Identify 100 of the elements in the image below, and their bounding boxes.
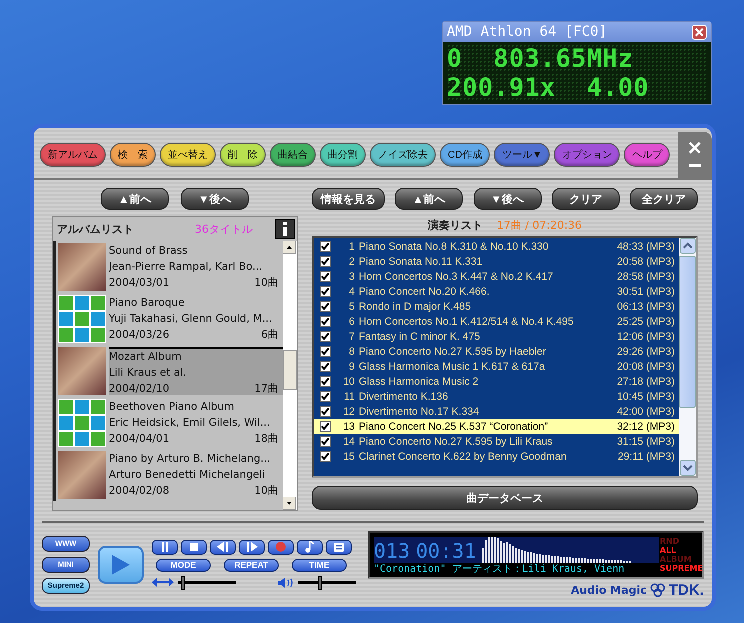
nav-button[interactable]: ▼後へ — [181, 188, 249, 210]
info-button[interactable] — [275, 219, 295, 239]
checkbox[interactable] — [320, 331, 331, 342]
music-button[interactable] — [297, 540, 323, 555]
toolbar-button[interactable]: 削 除 — [220, 143, 266, 167]
toolbar-button[interactable]: オプション — [554, 143, 620, 167]
album-count: 36タイトル — [195, 222, 253, 236]
minimize-icon[interactable] — [689, 164, 701, 168]
checkbox[interactable] — [320, 346, 331, 357]
playlist-button[interactable]: ▼後へ — [474, 188, 542, 210]
database-button[interactable]: 曲データベース — [312, 486, 698, 510]
play-icon — [111, 554, 131, 576]
scroll-down-icon[interactable] — [283, 496, 296, 510]
mode-button[interactable]: TIME — [292, 558, 347, 572]
checkbox[interactable] — [320, 376, 331, 387]
track-row[interactable]: 4 Piano Concert No.20 K.466. 30:51 (MP3) — [314, 284, 679, 299]
pause-icon — [160, 542, 170, 552]
mode-button[interactable]: REPEAT — [224, 558, 279, 572]
track-count: 10曲 — [254, 484, 279, 499]
toolbar-button[interactable]: 新アルバム — [40, 143, 106, 167]
scrolling-text: "Coronation" アーティスト：Lili Kraus, Vienn — [374, 562, 659, 577]
album-artist: Yuji Takahasi, Glenn Gould, M... — [109, 312, 274, 327]
checkbox[interactable] — [320, 301, 331, 312]
checkbox[interactable] — [320, 406, 331, 417]
track-count: 18曲 — [254, 432, 279, 447]
track-row[interactable]: 10 Glass Harmonica Music 2 27:18 (MP3) — [314, 374, 679, 389]
led-readout: 200.91x 4.00 — [447, 73, 707, 102]
scrollbar[interactable] — [679, 238, 696, 476]
nav-button[interactable]: ▲前へ — [101, 188, 169, 210]
track-row[interactable]: 3 Horn Concertos No.3 K.447 & No.2 K.417 28:58 (MP3) — [314, 269, 679, 284]
scroll-thumb[interactable] — [679, 256, 696, 408]
album-artist: Eric Heidsick, Emil Gilels, Wil... — [109, 416, 272, 431]
toolbar-button[interactable]: ノイズ除去 — [370, 143, 436, 167]
stop-icon — [190, 543, 198, 552]
previous-button[interactable] — [210, 540, 236, 555]
playlist-button[interactable]: 情報を見る — [312, 188, 385, 210]
music-note-icon — [305, 541, 315, 554]
playlist-summary: 17曲 / 07:20:36 — [496, 218, 582, 232]
record-button[interactable] — [268, 540, 294, 555]
pause-button[interactable] — [152, 540, 178, 555]
stop-button[interactable] — [181, 540, 207, 555]
checkbox[interactable] — [320, 271, 331, 282]
track-row[interactable]: 1 Piano Sonata No.8 K.310 & No.10 K.330 48:33 (MP3) — [314, 239, 679, 254]
brand-logo: TDK. — [669, 582, 704, 599]
playlist-button[interactable]: 全クリア — [630, 188, 698, 210]
toolbar-button[interactable]: 曲結合 — [270, 143, 316, 167]
balance-slider[interactable] — [178, 576, 236, 590]
album-cover-drawing — [58, 399, 106, 447]
checkbox[interactable] — [320, 286, 331, 297]
track-row[interactable]: 15 Clarinet Concerto K.622 by Benny Goodman 29:11 (MP3) — [314, 449, 679, 464]
checkbox[interactable] — [320, 436, 331, 447]
list-button[interactable] — [326, 540, 352, 555]
scroll-thumb[interactable] — [283, 350, 297, 390]
track-number: 013 — [374, 538, 410, 563]
track-row[interactable]: 2 Piano Sonata No.11 K.331 20:58 (MP3) — [314, 254, 679, 269]
album-item[interactable]: Piano by Arturo B. Michelang... Arturo Benedetti Michelangeli 2004/02/08 10曲 — [53, 449, 283, 501]
toolbar-button[interactable]: CD作成 — [440, 143, 490, 167]
close-button[interactable] — [692, 24, 707, 40]
close-icon[interactable] — [689, 142, 701, 154]
toolbar-button[interactable]: 検 索 — [110, 143, 156, 167]
track-row[interactable]: 9 Glass Harmonica Music 1 K.617 & 617a 20:08 (MP3) — [314, 359, 679, 374]
record-icon — [276, 542, 286, 552]
toolbar-button[interactable]: 並べ替え — [160, 143, 216, 167]
track-row[interactable]: 13 Piano Concert No.25 K.537 “Coronation” 32:12 (MP3) — [314, 419, 679, 434]
toolbar-button[interactable]: 曲分割 — [320, 143, 366, 167]
checkbox[interactable] — [320, 391, 331, 402]
checkbox[interactable] — [320, 451, 331, 462]
speaker-icon — [278, 578, 294, 588]
scroll-up-icon[interactable] — [283, 241, 296, 254]
track-row[interactable]: 12 Divertimento No.17 K.334 42:00 (MP3) — [314, 404, 679, 419]
slider-thumb[interactable] — [180, 576, 185, 590]
mode-indicator: ALBUM — [660, 554, 693, 564]
track-row[interactable]: 5 Rondo in D major K.485 06:13 (MP3) — [314, 299, 679, 314]
album-title: Mozart Album — [109, 350, 183, 365]
album-date: 2004/04/01 — [109, 432, 170, 447]
toolbar-button[interactable]: ヘルプ — [624, 143, 670, 167]
album-date: 2004/03/01 — [109, 276, 170, 291]
playlist-button[interactable]: クリア — [552, 188, 620, 210]
checkbox[interactable] — [320, 241, 331, 252]
track-row[interactable]: 11 Divertimento K.136 10:45 (MP3) — [314, 389, 679, 404]
track-row[interactable]: 7 Fantasy in C minor K. 475 12:06 (MP3) — [314, 329, 679, 344]
playlist-button[interactable]: ▲前へ — [395, 188, 464, 210]
next-button[interactable] — [239, 540, 265, 555]
track-row[interactable]: 6 Horn Concertos No.1 K.412/514 & No.4 K.495 25:25 (MP3) — [314, 314, 679, 329]
previous-icon — [217, 542, 229, 552]
album-item[interactable]: Beethoven Piano Album Eric Heidsick, Emil Gilels, Wil... 2004/04/01 18曲 — [53, 397, 283, 449]
play-button[interactable] — [98, 546, 144, 584]
list-icon — [334, 542, 344, 552]
track-row[interactable]: 8 Piano Concerto No.27 K.595 by Haebler 29:26 (MP3) — [314, 344, 679, 359]
checkbox[interactable] — [320, 316, 331, 327]
checkbox[interactable] — [320, 361, 331, 372]
scrollbar[interactable] — [283, 241, 297, 510]
checkbox[interactable] — [320, 421, 331, 432]
album-date: 2004/02/10 — [109, 382, 170, 395]
photo-placeholder — [58, 347, 106, 395]
toolbar-button[interactable]: ツール▼ — [494, 143, 550, 167]
mode-button[interactable]: MODE — [156, 558, 211, 572]
checkbox[interactable] — [320, 256, 331, 267]
slider-thumb[interactable] — [318, 576, 322, 590]
track-row[interactable]: 14 Piano Concerto No.27 K.595 by Lili Kraus 31:15 (MP3) — [314, 434, 679, 449]
